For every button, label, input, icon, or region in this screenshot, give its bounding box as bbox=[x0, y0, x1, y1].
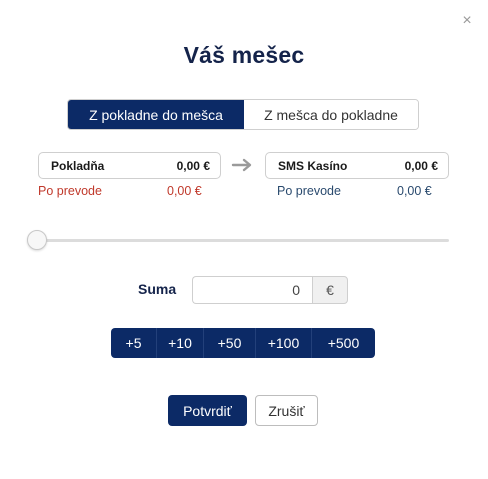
close-icon[interactable]: × bbox=[459, 13, 475, 29]
modal-title: Váš mešec bbox=[183, 42, 305, 68]
source-after-label: Po prevode bbox=[38, 184, 102, 198]
transfer-direction-tabs: Z pokladne do mešca Z mešca do pokladne bbox=[67, 99, 419, 130]
wallet-modal: × Váš mešec Z pokladne do mešca Z mešca … bbox=[0, 0, 488, 479]
slider-thumb[interactable] bbox=[27, 230, 47, 250]
quick-add-5-button[interactable]: +5 bbox=[111, 328, 156, 358]
quick-add-500-button[interactable]: +500 bbox=[311, 328, 375, 358]
source-balance-box: Pokladňa 0,00 € bbox=[38, 152, 221, 179]
amount-slider[interactable] bbox=[27, 229, 449, 251]
quick-add-100-button[interactable]: +100 bbox=[255, 328, 311, 358]
source-amount: 0,00 € bbox=[176, 158, 210, 173]
cancel-button[interactable]: Zrušiť bbox=[255, 395, 318, 426]
quick-add-50-button[interactable]: +50 bbox=[203, 328, 255, 358]
target-after-amount: 0,00 € bbox=[397, 184, 432, 198]
quick-add-group: +5 +10 +50 +100 +500 bbox=[111, 328, 375, 358]
quick-add-10-button[interactable]: +10 bbox=[156, 328, 203, 358]
tab-cashier-to-wallet[interactable]: Z pokladne do mešca bbox=[68, 100, 244, 129]
amount-label: Suma bbox=[138, 281, 177, 297]
amount-input[interactable] bbox=[192, 276, 313, 304]
arrow-right-icon bbox=[231, 158, 252, 172]
slider-track bbox=[28, 239, 449, 242]
tab-wallet-to-cashier[interactable]: Z mešca do pokladne bbox=[244, 100, 418, 129]
confirm-button[interactable]: Potvrdiť bbox=[168, 395, 247, 426]
currency-addon: € bbox=[312, 276, 348, 304]
target-name: SMS Kasíno bbox=[278, 158, 348, 173]
target-after-label: Po prevode bbox=[277, 184, 341, 198]
target-amount: 0,00 € bbox=[404, 158, 438, 173]
target-balance-box: SMS Kasíno 0,00 € bbox=[265, 152, 449, 179]
source-after-amount: 0,00 € bbox=[167, 184, 202, 198]
source-name: Pokladňa bbox=[51, 158, 105, 173]
